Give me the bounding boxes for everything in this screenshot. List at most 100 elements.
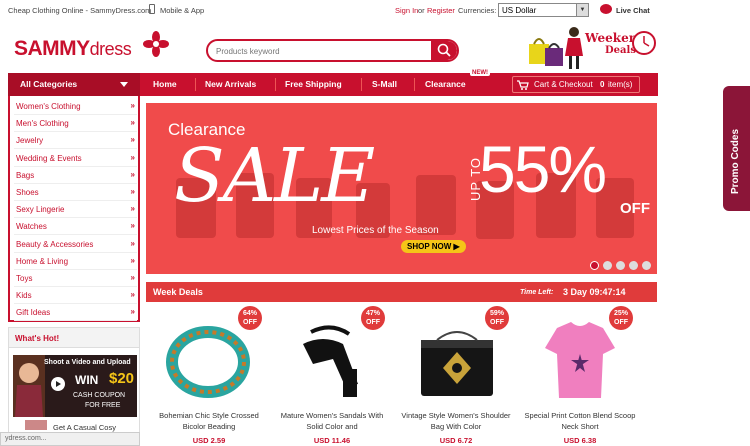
register-link[interactable]: Register [427, 6, 455, 15]
hot-next-item[interactable]: Get A Casual Cosy [53, 423, 116, 432]
category-label: Toys [16, 274, 33, 283]
nav-clearance[interactable]: Clearance [425, 79, 466, 89]
nav-new-arrivals[interactable]: New Arrivals [205, 79, 256, 89]
week-deals-bar: Week Deals Time Left: 3 Day 09:47:14 [146, 282, 657, 302]
whats-hot-title: What's Hot! [15, 334, 60, 343]
woman-figure-icon [565, 27, 583, 69]
chevron-right-icon: » [130, 221, 135, 231]
product-price: USD 6.38 [563, 436, 597, 445]
promo-win: WIN [75, 373, 99, 387]
chat-icon[interactable] [600, 4, 612, 14]
chevron-right-icon: » [130, 238, 135, 248]
category-item[interactable]: Jewelry » [14, 132, 137, 150]
discount-value: 59% [489, 310, 504, 317]
logo-dress: dress [89, 39, 132, 59]
site-logo[interactable]: SAMMYdress [14, 37, 132, 61]
signin-link[interactable]: Sign In [395, 6, 418, 15]
clearance-banner[interactable]: Clearance SALE UP TO 55% OFF Lowest Pric… [146, 103, 657, 274]
category-item[interactable]: Gift Ideas » [14, 304, 137, 322]
discount-off: OFF [490, 319, 504, 326]
product-name[interactable]: Mature Women's Sandals With Solid Color … [273, 410, 391, 432]
chevron-right-icon: » [130, 152, 135, 162]
nav-divider [361, 78, 362, 91]
promo-coupon: CASH COUPON [73, 392, 126, 399]
play-triangle [56, 381, 61, 387]
nav-free-shipping[interactable]: Free Shipping [285, 79, 342, 89]
promo-amount: $20 [109, 370, 135, 387]
product-name[interactable]: Bohemian Chic Style Crossed Bicolor Bead… [150, 410, 268, 432]
category-item[interactable]: Sexy Lingerie » [14, 201, 137, 219]
category-item[interactable]: Kids » [14, 287, 137, 305]
carousel-dot[interactable] [629, 261, 638, 270]
category-item[interactable]: Wedding & Events » [14, 150, 137, 167]
nav-s-mall[interactable]: S-Mall [372, 79, 397, 89]
category-label: Jewelry [16, 136, 44, 146]
banner-percent: 55% [479, 132, 607, 206]
shop-now-button[interactable]: SHOP NOW ▶ [401, 240, 466, 253]
product-name[interactable]: Special Print Cotton Blend Scoop Neck Sh… [521, 410, 639, 432]
discount-off: OFF [614, 319, 628, 326]
product-price: USD 2.59 [192, 436, 226, 445]
promo-codes-tab[interactable]: Promo Codes [723, 86, 750, 211]
nav-divider [414, 78, 415, 91]
category-label: Gift Ideas [16, 308, 51, 318]
chevron-right-icon: » [130, 307, 135, 317]
product-card[interactable]: 64% OFF Bohemian Chic Style Crossed Bicol… [150, 306, 268, 446]
category-item[interactable]: Watches » [14, 218, 137, 236]
discount-off: OFF [366, 319, 380, 326]
carousel-dot[interactable] [590, 261, 599, 270]
category-item[interactable]: Toys » [14, 270, 137, 287]
discount-badge: 64% OFF [238, 306, 262, 330]
video-promo-banner[interactable]: Shoot a Video and Upload WIN $20 CASH CO… [13, 355, 137, 417]
product-card[interactable]: 47% OFF Mature Women's Sandals With Solid… [273, 306, 391, 446]
chevron-right-icon: » [130, 290, 135, 300]
weekend-deals-promo[interactable]: Weekend Deals [523, 26, 658, 70]
discount-off: OFF [243, 319, 257, 326]
search-button[interactable] [431, 41, 457, 60]
category-label: Wedding & Events [16, 153, 82, 163]
chevron-right-icon: » [130, 135, 135, 145]
time-left-value: 3 Day 09:47:14 [563, 287, 626, 297]
banner-subtitle: Lowest Prices of the Season [312, 225, 439, 236]
clock-icon [632, 31, 656, 55]
product-price: USD 11.46 [313, 436, 351, 445]
cart-label: Cart & Checkout [534, 80, 593, 89]
category-label: Home & Living [16, 256, 69, 266]
search-input[interactable] [216, 44, 416, 58]
banner-off: OFF [620, 200, 650, 217]
category-label: Kids [16, 291, 32, 301]
category-item[interactable]: Bags » [14, 167, 137, 184]
carousel-dot[interactable] [642, 261, 651, 270]
live-chat-link[interactable]: Live Chat [616, 6, 650, 15]
mobile-app-link[interactable]: Mobile & App [160, 6, 204, 15]
product-card[interactable]: 59% OFF Vintage Style Women's Shoulder Ba… [397, 306, 515, 446]
mobile-icon [149, 4, 155, 14]
nav-home[interactable]: Home [153, 79, 177, 89]
category-item[interactable]: Home & Living » [14, 253, 137, 270]
category-item[interactable]: Men's Clothing » [14, 115, 137, 133]
chevron-right-icon: » [130, 101, 135, 110]
product-name[interactable]: Vintage Style Women's Shoulder Bag With … [397, 410, 515, 432]
cart-checkout-button[interactable]: Cart & Checkout 0 item(s) [512, 76, 640, 93]
category-item[interactable]: Women's Clothing » [14, 98, 137, 115]
currency-value: US Dollar [502, 6, 537, 15]
discount-badge: 59% OFF [485, 306, 509, 330]
category-label: Women's Clothing [16, 102, 81, 111]
search-box [206, 39, 459, 62]
chevron-right-icon: » [130, 118, 135, 128]
currency-select[interactable]: US Dollar ▼ [498, 3, 589, 17]
category-item[interactable]: Beauty & Accessories » [14, 236, 137, 253]
category-item[interactable]: Shoes » [14, 184, 137, 201]
thumbnail[interactable] [25, 420, 47, 430]
promo-line1: Shoot a Video and Upload [44, 359, 131, 366]
banner-sale: SALE [174, 133, 375, 219]
logo-sammy: SAMMY [14, 37, 90, 60]
all-categories-tab[interactable]: All Categories [8, 73, 140, 96]
status-text: ydress.com... [5, 435, 47, 442]
carousel-dot[interactable] [616, 261, 625, 270]
or-text: or [418, 6, 425, 15]
woman-photo [13, 355, 45, 417]
chevron-down-icon[interactable]: ▼ [576, 4, 588, 16]
carousel-dot[interactable] [603, 261, 612, 270]
product-card[interactable]: 25% OFF Special Print Cotton Blend Scoop … [521, 306, 639, 446]
